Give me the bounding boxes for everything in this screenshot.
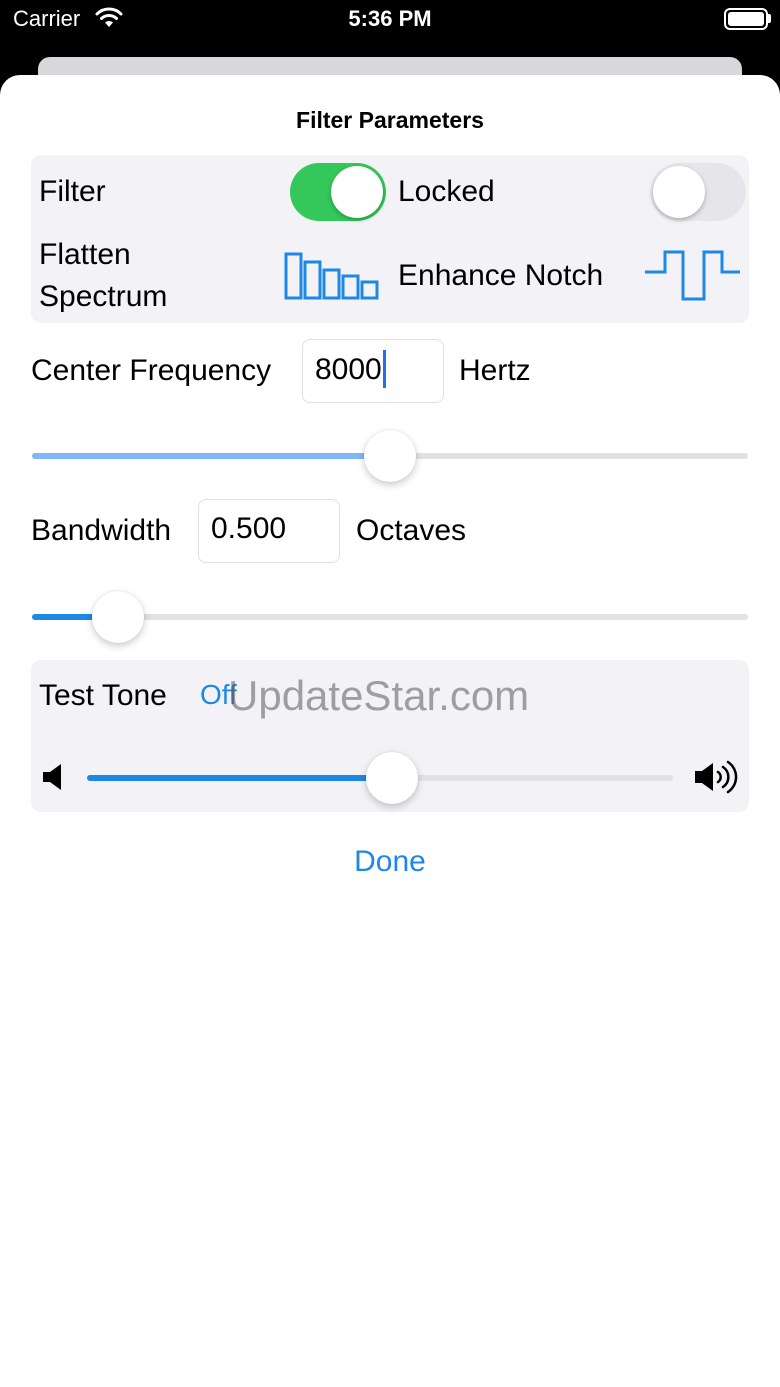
bandwidth-label: Bandwidth <box>31 514 172 547</box>
center-frequency-slider-thumb[interactable] <box>364 430 416 482</box>
test-tone-label: Test Tone <box>39 679 167 712</box>
sheet-title: Filter Parameters <box>296 107 484 133</box>
enhance-notch-label: Enhance Notch <box>398 259 604 292</box>
speaker-high-icon <box>695 760 738 794</box>
text-cursor <box>382 350 386 388</box>
center-frequency-label: Center Frequency <box>31 354 272 387</box>
bandwidth-unit: Octaves <box>356 514 467 547</box>
filter-label: Filter <box>39 175 106 208</box>
locked-label: Locked <box>398 175 495 208</box>
flatten-spectrum-icon[interactable] <box>284 251 382 301</box>
flatten-label-line1: Flatten <box>39 238 131 271</box>
center-frequency-slider-fill <box>32 453 390 459</box>
center-frequency-unit: Hertz <box>459 354 531 387</box>
status-bar: Carrier 5:36 PM <box>0 0 780 40</box>
volume-slider-thumb[interactable] <box>365 752 418 804</box>
notch-icon[interactable] <box>644 249 742 303</box>
bandwidth-input[interactable]: 0.500 <box>198 499 340 563</box>
bandwidth-value: 0.500 <box>211 512 287 545</box>
battery-tip <box>768 14 771 23</box>
done-button[interactable]: Done <box>0 845 780 879</box>
volume-slider-fill <box>87 775 392 781</box>
watermark: UpdateStar.com <box>228 672 530 719</box>
speaker-low-icon <box>43 764 61 790</box>
clock: 5:36 PM <box>348 6 432 31</box>
filter-toggle[interactable] <box>290 163 386 221</box>
bandwidth-slider-thumb[interactable] <box>91 591 144 643</box>
center-frequency-input[interactable]: 8000 <box>302 339 444 403</box>
locked-toggle[interactable] <box>650 163 746 221</box>
center-frequency-value: 8000 <box>315 352 382 386</box>
flatten-label-line2: Spectrum <box>39 280 168 313</box>
battery-icon <box>724 8 768 30</box>
